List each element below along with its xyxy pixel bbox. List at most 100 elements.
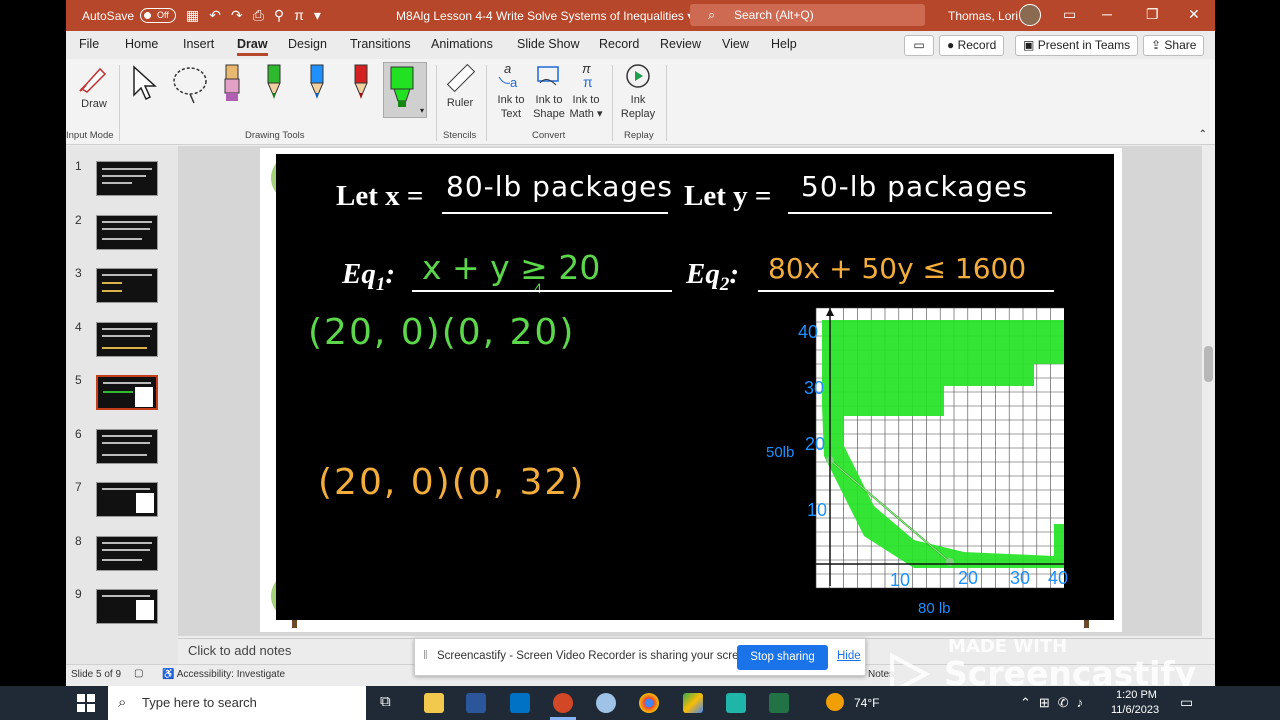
hide-link[interactable]: Hide: [837, 650, 861, 662]
tab-draw[interactable]: Draw: [237, 37, 268, 56]
title-bar: AutoSave Off ▦↶↷⎙⚲π▾ M8Alg Lesson 4-4 Wr…: [66, 0, 1215, 31]
stop-sharing-button[interactable]: Stop sharing: [737, 645, 828, 670]
close-icon[interactable]: ✕: [1188, 6, 1200, 23]
pen-green-icon[interactable]: [264, 63, 284, 107]
spellcheck-icon[interactable]: ▢: [134, 668, 143, 679]
restore-icon[interactable]: ❐: [1146, 6, 1159, 23]
app-icon[interactable]: [726, 693, 746, 713]
word-icon[interactable]: [466, 693, 486, 713]
avatar[interactable]: [1019, 4, 1041, 26]
present-in-teams-button[interactable]: ▣ Present in Teams: [1015, 35, 1139, 56]
clock-time[interactable]: 1:20 PM: [1116, 689, 1157, 701]
slide-thumbnail-6[interactable]: [96, 429, 158, 464]
outlook-icon[interactable]: [510, 693, 530, 713]
scroll-thumb[interactable]: [1204, 346, 1213, 382]
pen-pink-icon[interactable]: [222, 63, 242, 107]
select-cursor-icon[interactable]: [130, 65, 158, 101]
google-drive-icon[interactable]: [683, 693, 703, 713]
autosave-label: AutoSave: [82, 8, 135, 23]
let-y-value: 50-lb packages: [801, 170, 1028, 203]
slide-thumbnail-5[interactable]: [96, 375, 158, 410]
tab-animations[interactable]: Animations: [431, 37, 493, 51]
powerpoint-window: AutoSave Off ▦↶↷⎙⚲π▾ M8Alg Lesson 4-4 Wr…: [66, 0, 1215, 686]
slide-thumbnail-4[interactable]: [96, 322, 158, 357]
screen-share-banner: ‖ Screencastify - Screen Video Recorder …: [414, 638, 866, 676]
clock-date[interactable]: 11/6/2023: [1111, 704, 1159, 716]
record-button[interactable]: ● Record: [939, 35, 1005, 56]
y-tick-20: 20: [805, 434, 826, 454]
group-drawing-tools: Drawing Tools: [245, 130, 305, 141]
draw-ribbon: Draw ▾ Ruler aa Ink to Text Ink to Shape π…: [66, 59, 1215, 145]
tab-record[interactable]: Record: [599, 37, 639, 51]
slide-thumbnail-7[interactable]: [96, 482, 158, 517]
group-input-mode: Input Mode: [66, 130, 114, 141]
tab-transitions[interactable]: Transitions: [350, 37, 411, 51]
search-icon: ⌕: [118, 694, 127, 711]
x-tick-30: 30: [1010, 568, 1031, 588]
system-tray-icons[interactable]: ⌃⊞✆♪: [1020, 695, 1091, 711]
slide-thumbnail-9[interactable]: [96, 589, 158, 624]
pen-red-icon[interactable]: [351, 63, 371, 107]
ink-to-text-button[interactable]: aa Ink to Text: [494, 61, 528, 123]
eq1-label: Eq1:: [342, 258, 396, 295]
weather-icon[interactable]: [826, 693, 844, 711]
eq2-underline: [758, 290, 1054, 292]
snipping-tool-icon[interactable]: [596, 693, 616, 713]
tab-design[interactable]: Design: [288, 37, 327, 51]
tab-file[interactable]: File: [79, 37, 99, 51]
autosave-toggle[interactable]: Off: [140, 8, 177, 23]
thumb-number: 3: [75, 266, 82, 280]
document-title[interactable]: M8Alg Lesson 4-4 Write Solve Systems of …: [396, 9, 693, 23]
collapse-ribbon-icon[interactable]: ⌃: [1199, 129, 1207, 140]
lasso-select-icon[interactable]: [170, 63, 212, 105]
slide-info: Slide 5 of 9: [71, 669, 122, 680]
share-button[interactable]: ⇪ Share: [1143, 35, 1205, 56]
tab-slide-show[interactable]: Slide Show: [517, 37, 580, 51]
thumb-number: 1: [75, 159, 82, 173]
excel-icon[interactable]: [769, 693, 789, 713]
ink-to-math-button[interactable]: ππ Ink to Math ▾: [568, 61, 604, 123]
slide-thumbnail-2[interactable]: [96, 215, 158, 250]
slide-thumbnail-8[interactable]: [96, 536, 158, 571]
tab-home[interactable]: Home: [125, 37, 158, 51]
pen-blue-icon[interactable]: [307, 63, 327, 107]
weather-temp[interactable]: 74°F: [854, 696, 879, 710]
tab-review[interactable]: Review: [660, 37, 701, 51]
current-slide[interactable]: Let x = 80-lb packages Let y = 50-lb pac…: [260, 148, 1122, 632]
point-20-0: [946, 558, 954, 566]
file-explorer-icon[interactable]: [424, 693, 444, 713]
quick-access-toolbar[interactable]: ▦↶↷⎙⚲π▾: [186, 7, 331, 24]
slide-thumbnail-1[interactable]: [96, 161, 158, 196]
notifications-icon[interactable]: ▭: [1180, 694, 1193, 711]
drag-handle-icon[interactable]: ‖: [423, 650, 428, 662]
slide-thumbnail-3[interactable]: [96, 268, 158, 303]
taskbar-search[interactable]: ⌕ Type here to search: [108, 686, 366, 720]
right-letterbox: [1215, 0, 1280, 686]
ribbon-display-icon[interactable]: ▭: [1063, 6, 1076, 23]
powerpoint-icon[interactable]: [553, 693, 573, 713]
draw-tool-button[interactable]: Draw: [72, 63, 116, 119]
comments-button[interactable]: ▭: [904, 35, 934, 56]
thumb-number: 4: [75, 320, 82, 334]
chevron-down-icon: ▾: [419, 106, 424, 115]
search-box[interactable]: ⌕ Search (Alt+Q): [690, 4, 925, 26]
accessibility-icon: ♿: [162, 669, 175, 680]
vertical-scrollbar[interactable]: [1202, 146, 1215, 636]
ruler-button[interactable]: Ruler: [442, 63, 478, 123]
let-x-label: Let x =: [336, 180, 424, 212]
inequality-graph: [815, 307, 1064, 589]
accessibility-status[interactable]: ♿ Accessibility: Investigate: [162, 669, 285, 680]
task-view-icon[interactable]: ⧉: [380, 693, 391, 710]
ink-replay-button[interactable]: Ink Replay: [619, 61, 657, 123]
user-name[interactable]: Thomas, Lori: [948, 9, 1018, 23]
windows-start-icon[interactable]: [77, 694, 95, 712]
left-letterbox: [0, 0, 66, 686]
share-icon: ⇪: [1151, 38, 1162, 52]
tab-view[interactable]: View: [722, 37, 749, 51]
tab-help[interactable]: Help: [771, 37, 797, 51]
ink-to-shape-button[interactable]: Ink to Shape: [531, 61, 567, 123]
minimize-icon[interactable]: ─: [1102, 6, 1112, 22]
highlighter-green-button[interactable]: ▾: [383, 62, 427, 118]
tab-insert[interactable]: Insert: [183, 37, 214, 51]
chrome-icon[interactable]: [639, 693, 659, 713]
